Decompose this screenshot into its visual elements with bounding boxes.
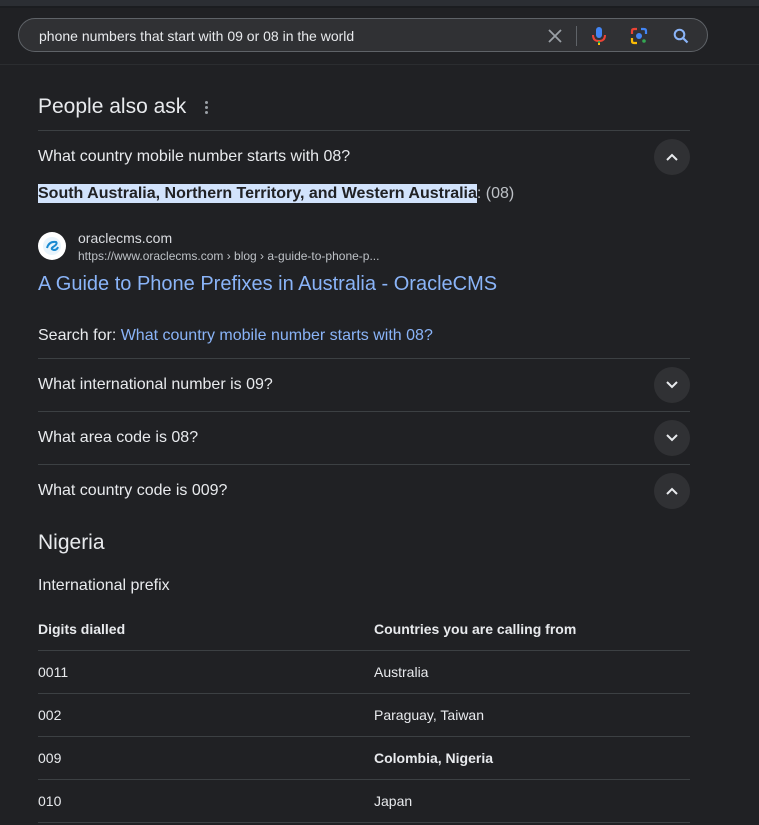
chevron-down-icon <box>666 434 678 442</box>
lens-search-button[interactable] <box>627 24 651 48</box>
table-header: Countries you are calling from <box>374 608 690 651</box>
table-row: 009 Colombia, Nigeria <box>38 736 690 780</box>
table-header: Digits dialled <box>38 608 374 651</box>
search-header: phone numbers that start with 09 or 08 i… <box>0 8 759 65</box>
table-row: 0011 Australia <box>38 650 690 694</box>
close-icon <box>548 29 562 43</box>
expand-button[interactable] <box>654 367 690 403</box>
search-box[interactable]: phone numbers that start with 09 or 08 i… <box>18 18 708 52</box>
question-text: What international number is 09? <box>38 376 273 393</box>
search-icon <box>673 28 689 44</box>
paa-question-4[interactable]: What country code is 009? <box>38 465 690 517</box>
clear-button[interactable] <box>543 24 567 48</box>
paa-question-1[interactable]: What country mobile number starts with 0… <box>38 131 690 183</box>
question-text: What country code is 009? <box>38 482 228 499</box>
chevron-up-icon <box>666 153 678 161</box>
table-cell: Japan <box>374 779 690 823</box>
collapse-button[interactable] <box>654 473 690 509</box>
table-cell: 0011 <box>38 650 374 694</box>
more-vert-icon[interactable] <box>200 98 212 116</box>
answer-heading: Nigeria <box>38 531 105 554</box>
question-text: What area code is 08? <box>38 429 199 446</box>
voice-search-button[interactable] <box>587 24 611 48</box>
chevron-up-icon <box>666 487 678 495</box>
google-lens-icon <box>630 27 648 45</box>
site-url: https://www.oraclecms.com › blog › a-gui… <box>78 249 380 263</box>
table-cell: 002 <box>38 693 374 737</box>
site-name: oraclecms.com <box>78 230 173 246</box>
paa-question-3[interactable]: What area code is 08? <box>38 412 690 464</box>
search-submit-button[interactable] <box>669 24 693 48</box>
answer-source[interactable]: oraclecms.com https://www.oraclecms.com … <box>38 230 690 270</box>
paa-title: People also ask <box>38 95 187 118</box>
table-header-row: Digits dialled Countries you are calling… <box>38 608 690 651</box>
table-row: 002 Paraguay, Taiwan <box>38 693 690 737</box>
search-for-label: Search for: <box>38 327 121 344</box>
search-for-line: Search for: What country mobile number s… <box>38 327 433 345</box>
table-cell: Australia <box>374 650 690 694</box>
paa-header: People also ask <box>38 95 212 119</box>
table-row: 010 Japan <box>38 779 690 823</box>
featured-answer: South Australia, Northern Territory, and… <box>38 184 515 203</box>
expand-button[interactable] <box>654 420 690 456</box>
table-cell: Colombia, Nigeria <box>374 736 690 780</box>
answer-subheading: International prefix <box>38 577 170 594</box>
answer-rest: : (08) <box>476 185 515 202</box>
collapse-button[interactable] <box>654 139 690 175</box>
oraclecms-favicon <box>38 232 66 260</box>
search-input[interactable]: phone numbers that start with 09 or 08 i… <box>39 28 354 44</box>
answer-highlight: South Australia, Northern Territory, and… <box>38 184 477 203</box>
microphone-icon <box>592 27 606 45</box>
question-text: What country mobile number starts with 0… <box>38 148 351 165</box>
table-cell: 010 <box>38 779 374 823</box>
browser-top-strip <box>0 0 759 8</box>
prefix-table: Digits dialled Countries you are calling… <box>38 608 690 823</box>
table-cell: 009 <box>38 736 374 780</box>
paa-question-2[interactable]: What international number is 09? <box>38 359 690 411</box>
table-cell: Paraguay, Taiwan <box>374 693 690 737</box>
search-divider <box>576 26 577 46</box>
search-for-link[interactable]: What country mobile number starts with 0… <box>121 327 433 344</box>
chevron-down-icon <box>666 381 678 389</box>
result-title-link[interactable]: A Guide to Phone Prefixes in Australia -… <box>38 273 497 296</box>
